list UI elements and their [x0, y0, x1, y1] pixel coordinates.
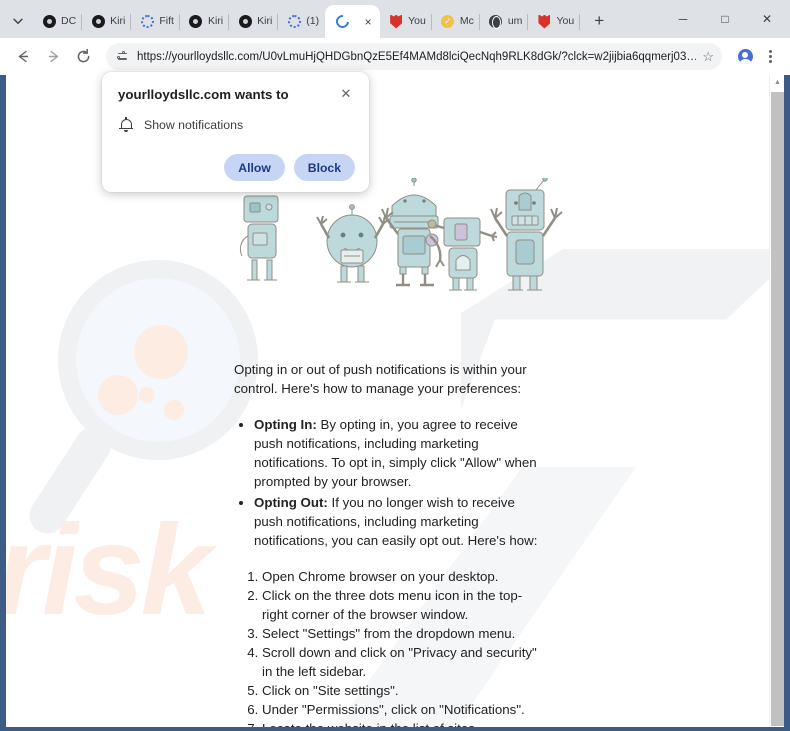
tab-item-active[interactable]: × — [325, 5, 381, 38]
bookmark-star-icon[interactable]: ☆ — [702, 49, 714, 65]
list-item: Click on the three dots menu icon in the… — [262, 586, 544, 624]
loading-spinner-icon — [287, 15, 301, 29]
tab-title: You — [408, 15, 426, 27]
window-controls: ─ □ ✕ — [662, 4, 790, 38]
watermark-magnifier-lens — [58, 260, 258, 460]
tab-title: Kiri — [207, 15, 224, 27]
red-shield-icon — [389, 15, 403, 29]
close-window-button[interactable]: ✕ — [746, 4, 788, 34]
list-item: Scroll down and click on "Privacy and se… — [262, 643, 544, 681]
forward-button[interactable] — [38, 42, 68, 72]
intro-paragraph: Opting in or out of push notifications i… — [234, 362, 527, 396]
tab-item[interactable]: Kiri — [229, 5, 279, 38]
list-item: Under "Permissions", click on "Notificat… — [262, 700, 544, 719]
block-button[interactable]: Block — [293, 154, 355, 181]
watermark-text: risk — [6, 499, 212, 642]
dark-circle-icon — [238, 15, 252, 29]
permission-row: Show notifications — [118, 117, 355, 133]
dialog-header: yourlloydsllc.com wants to ✕ — [118, 86, 355, 103]
dialog-actions: Allow Block — [224, 154, 355, 181]
url-text[interactable]: https://yourlloydsllc.com/U0vLmuHjQHDGbn… — [137, 51, 696, 63]
bullet-lead: Opting Out: — [254, 495, 328, 510]
tab-item[interactable]: um — [480, 5, 529, 38]
dark-circle-icon — [42, 15, 56, 29]
watermark-dot — [139, 387, 155, 403]
watermark-dot — [134, 325, 188, 379]
list-item: Click on "Site settings". — [262, 681, 544, 700]
tab-title: You — [556, 15, 575, 27]
notification-permission-dialog: yourlloydsllc.com wants to ✕ Show notifi… — [102, 72, 369, 192]
dialog-title: yourlloydsllc.com wants to — [118, 87, 289, 102]
reload-icon — [77, 48, 89, 63]
bullet-lead: Opting In: — [254, 417, 317, 432]
tab-item[interactable]: DC — [33, 5, 83, 38]
watermark-dot — [164, 400, 184, 420]
maximize-button[interactable]: □ — [704, 4, 746, 34]
loading-spinner-icon — [140, 15, 154, 29]
red-shield-icon — [537, 15, 551, 29]
list-item: Opting Out: If you no longer wish to rec… — [254, 493, 544, 550]
tab-title: DC — [61, 15, 77, 27]
list-item: Locate the website in the list of sites — [262, 719, 544, 727]
tab-item[interactable]: Kiri — [82, 5, 132, 38]
tab-title: Mc — [459, 15, 474, 27]
three-dot-menu-icon[interactable] — [758, 44, 782, 70]
watermark-magnifier-glass — [76, 278, 240, 442]
tab-item[interactable]: Kiri — [180, 5, 230, 38]
tab-title: (1) — [306, 15, 320, 27]
dark-globe-icon — [489, 15, 503, 29]
list-item: Open Chrome browser on your desktop. — [262, 567, 544, 586]
watermark-dot — [98, 375, 138, 415]
tab-item[interactable]: ✓ Mc — [432, 5, 480, 38]
tab-strip: DC Kiri Fift Kiri Kiri (1) × You ✓ Mc um… — [0, 0, 790, 38]
watermark-magnifier-handle — [22, 420, 119, 541]
yellow-check-icon: ✓ — [441, 15, 455, 29]
chevron-down-icon — [13, 18, 23, 24]
minimize-button[interactable]: ─ — [662, 4, 704, 34]
arrow-right-icon — [48, 50, 58, 63]
scroll-up-arrow-icon[interactable]: ▲ — [770, 75, 784, 90]
tab-title: um — [507, 15, 523, 27]
arrow-left-icon — [18, 50, 28, 63]
tab-separator — [579, 14, 581, 30]
tab-list: DC Kiri Fift Kiri Kiri (1) × You ✓ Mc um… — [33, 4, 662, 38]
tab-item[interactable]: You — [528, 5, 581, 38]
robots-illustration — [239, 178, 563, 291]
tab-title: Kiri — [110, 15, 126, 27]
browser-toolbar: https://yourlloydsllc.com/U0vLmuHjQHDGbn… — [0, 38, 790, 75]
site-settings-icon[interactable] — [115, 49, 130, 64]
close-icon[interactable]: ✕ — [337, 85, 355, 103]
allow-button[interactable]: Allow — [224, 154, 285, 181]
reload-spinner-icon — [332, 12, 352, 31]
list-item: Select "Settings" from the dropdown menu… — [262, 624, 544, 643]
numbered-step-list: Open Chrome browser on your desktop. Cli… — [234, 567, 544, 727]
dark-circle-icon — [91, 15, 105, 29]
close-icon[interactable]: × — [360, 14, 376, 30]
page-body: Opting in or out of push notifications i… — [234, 360, 544, 727]
tab-title: Kiri — [257, 15, 273, 27]
back-button[interactable] — [8, 42, 38, 72]
new-tab-button[interactable]: + — [586, 8, 612, 34]
page-scrollbar[interactable]: ▲ — [769, 75, 784, 727]
browser-window: DC Kiri Fift Kiri Kiri (1) × You ✓ Mc um… — [0, 0, 790, 731]
reload-button[interactable] — [68, 42, 98, 72]
tab-item[interactable]: Fift — [131, 5, 180, 38]
permission-label: Show notifications — [144, 118, 244, 132]
list-item: Opting In: By opting in, you agree to re… — [254, 415, 544, 491]
bell-icon — [118, 117, 134, 133]
tab-title: Fift — [159, 15, 174, 27]
bullet-list: Opting In: By opting in, you agree to re… — [234, 415, 544, 550]
address-bar[interactable]: https://yourlloydsllc.com/U0vLmuHjQHDGbn… — [106, 43, 722, 70]
profile-avatar-icon[interactable] — [732, 44, 758, 70]
tab-item[interactable]: You — [380, 5, 432, 38]
dark-circle-icon — [189, 15, 203, 29]
tab-item[interactable]: (1) — [278, 5, 325, 38]
tab-search-button[interactable] — [5, 8, 31, 34]
scrollbar-thumb[interactable] — [771, 92, 784, 726]
